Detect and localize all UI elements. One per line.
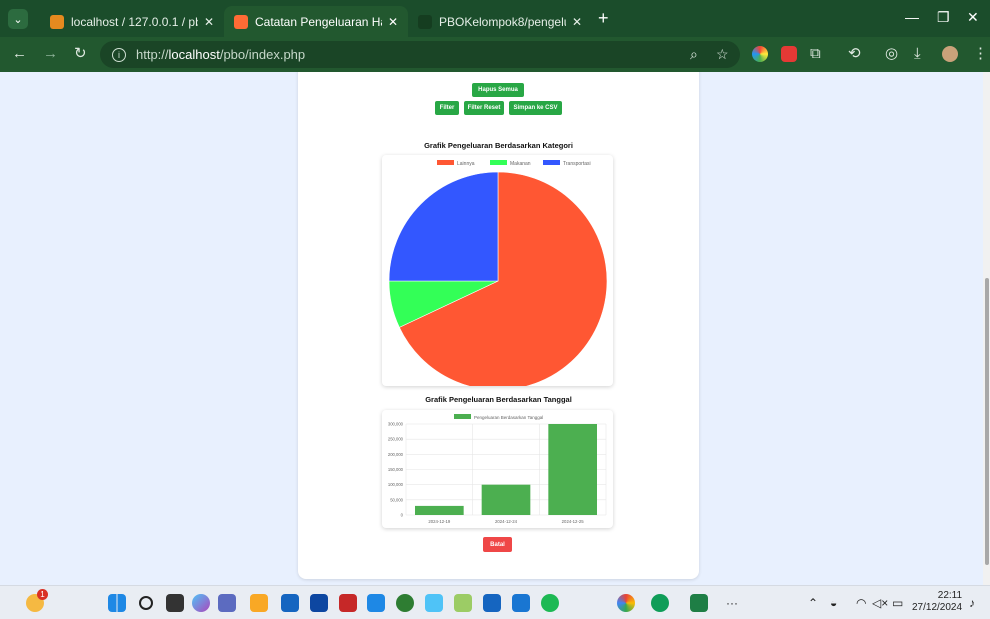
bar-chart-container: Pengeluaran Berdasarkan Tanggal 0 50,000 10…	[382, 410, 613, 528]
paint-icon[interactable]	[454, 594, 472, 612]
bar-chart: Pengeluaran Berdasarkan Tanggal 0 50,000 10…	[388, 414, 607, 524]
tab-catatan-pengeluaran[interactable]: Catatan Pengeluaran Harian ✕	[224, 6, 408, 37]
word-icon[interactable]	[483, 594, 501, 612]
notification-badge: 1	[37, 589, 48, 600]
download-icon[interactable]: ⤓	[914, 46, 921, 61]
more-apps-icon[interactable]: ···	[726, 596, 738, 610]
tab-search-chevron-icon[interactable]: ⌄	[8, 9, 28, 29]
restore-icon[interactable]: ❐	[937, 9, 950, 26]
github-icon	[418, 14, 432, 29]
close-tab-icon[interactable]: ✕	[572, 15, 582, 29]
x-tick-label: 2024-12-24	[495, 519, 518, 524]
store-icon[interactable]	[281, 594, 299, 612]
page-viewport: Hapus Semua Filter Filter Reset Simpan k…	[0, 72, 990, 585]
pie-chart: Lainnya Makanan Transportasi	[388, 160, 608, 391]
browser-tab-bar: ⌄ localhost / 127.0.0.1 / pbo / pen ✕ Ca…	[0, 0, 990, 37]
y-tick-label: 0	[401, 513, 404, 518]
site-info-icon[interactable]: i	[112, 47, 126, 62]
more-menu-icon[interactable]: ⋮	[973, 46, 988, 61]
extensions-puzzle-icon[interactable]: ⧉	[810, 46, 821, 61]
system-clock[interactable]: 22:11 27/12/2024	[912, 590, 962, 614]
legend-swatch-series	[454, 414, 471, 419]
notifications-bell-icon[interactable]: ♪	[969, 596, 975, 610]
legend-swatch-transportasi	[543, 160, 560, 165]
back-icon[interactable]: ←	[12, 46, 27, 61]
bar-2024-12-24	[481, 484, 531, 515]
clock-time: 22:11	[937, 590, 963, 601]
history-icon[interactable]: ⟲	[848, 46, 861, 61]
simpan-csv-button[interactable]: Simpan ke CSV	[509, 101, 562, 115]
legend-label-lainnya: Lainnya	[457, 161, 475, 167]
y-tick-label: 300,000	[388, 422, 404, 427]
legend-label-transportasi: Transportasi	[563, 161, 591, 167]
spotify-icon[interactable]	[541, 594, 559, 612]
extension-arrow-icon[interactable]	[781, 46, 797, 62]
scrollbar-thumb[interactable]	[985, 278, 989, 565]
y-tick-label: 200,000	[388, 452, 404, 457]
hapus-semua-button[interactable]: Hapus Semua	[472, 83, 524, 97]
app-favicon-icon	[234, 14, 248, 29]
search-icon[interactable]	[139, 596, 153, 610]
y-tick-label: 100,000	[388, 482, 404, 487]
content-card: Hapus Semua Filter Filter Reset Simpan k…	[298, 72, 699, 579]
snipping-tool-icon[interactable]	[425, 594, 443, 612]
bar-chart-title: Grafik Pengeluaran Berdasarkan Tanggal	[425, 395, 572, 404]
legend-swatch-makanan	[490, 160, 507, 165]
batal-button[interactable]: Batal	[483, 537, 512, 552]
pie-chart-container: Lainnya Makanan Transportasi	[382, 155, 613, 391]
windows-taskbar: 1 ··· ⌃ ◒ ◠ ◁× ▭ 22:11 27/12/2024 ♪	[0, 585, 990, 619]
copilot-app-icon[interactable]	[192, 594, 210, 612]
pie-chart-title: Grafik Pengeluaran Berdasarkan Kategori	[424, 141, 573, 150]
windows-start-icon[interactable]	[108, 594, 126, 612]
browser-toolbar: ← → ↻ i http://localhost/pbo/index.php ⌕…	[0, 37, 990, 72]
y-tick-label: 150,000	[388, 467, 404, 472]
outlook-icon[interactable]	[512, 594, 530, 612]
network-icon[interactable]: ◒	[830, 596, 837, 610]
chrome-icon[interactable]	[617, 594, 635, 612]
teams-icon[interactable]	[218, 594, 236, 612]
tab-phpmyadmin[interactable]: localhost / 127.0.0.1 / pbo / pen ✕	[40, 6, 224, 37]
phpmyadmin-icon	[50, 14, 64, 29]
profile-avatar-icon[interactable]	[942, 46, 958, 62]
address-bar[interactable]: i http://localhost/pbo/index.php ⌕ ☆	[100, 41, 740, 68]
x-tick-label: 2024-12-19	[428, 519, 451, 524]
filter-button[interactable]: Filter	[435, 101, 459, 115]
reload-icon[interactable]: ↻	[74, 46, 87, 61]
y-tick-label: 250,000	[388, 437, 404, 442]
filter-reset-button[interactable]: Filter Reset	[464, 101, 504, 115]
bookmark-star-icon[interactable]: ☆	[716, 46, 729, 63]
x-tick-label: 2024-12-25	[562, 519, 585, 524]
pie-slice-transportasi	[388, 171, 499, 282]
legend-swatch-lainnya	[437, 160, 454, 165]
mcafee-icon[interactable]	[339, 594, 357, 612]
wifi-icon[interactable]: ◠	[856, 596, 866, 610]
zoom-icon[interactable]: ⌕	[690, 46, 698, 63]
legend-label-makanan: Makanan	[510, 161, 531, 167]
close-tab-icon[interactable]: ✕	[204, 15, 214, 29]
bar-2024-12-25	[548, 424, 597, 515]
close-tab-icon[interactable]: ✕	[388, 15, 398, 29]
close-window-icon[interactable]: ✕	[967, 9, 979, 26]
new-tab-button[interactable]: +	[598, 9, 609, 27]
vscode-icon[interactable]	[367, 594, 385, 612]
copilot-icon[interactable]: ◎	[885, 46, 898, 61]
bar-2024-12-19	[415, 505, 464, 515]
legend-label-series: Pengeluaran Berdasarkan Tanggal	[474, 415, 543, 420]
file-explorer-icon[interactable]	[250, 594, 268, 612]
task-view-icon[interactable]	[166, 594, 184, 612]
whatsapp-icon[interactable]	[396, 594, 414, 612]
minimize-icon[interactable]: —	[905, 9, 919, 25]
clock-date: 27/12/2024	[912, 602, 963, 613]
battery-icon[interactable]: ▭	[892, 596, 903, 610]
linkedin-icon[interactable]	[310, 594, 328, 612]
forward-icon[interactable]: →	[43, 46, 58, 61]
url-text: http://localhost/pbo/index.php	[136, 47, 306, 62]
tab-github[interactable]: PBOKelompok8/pengeluaran_h ✕	[408, 6, 592, 37]
excel-icon[interactable]	[690, 594, 708, 612]
edge-icon[interactable]	[651, 594, 669, 612]
volume-muted-icon[interactable]: ◁×	[872, 596, 888, 610]
tray-chevron-icon[interactable]: ⌃	[808, 596, 818, 610]
y-tick-label: 50,000	[390, 497, 403, 502]
extension-color-icon[interactable]	[752, 46, 768, 62]
